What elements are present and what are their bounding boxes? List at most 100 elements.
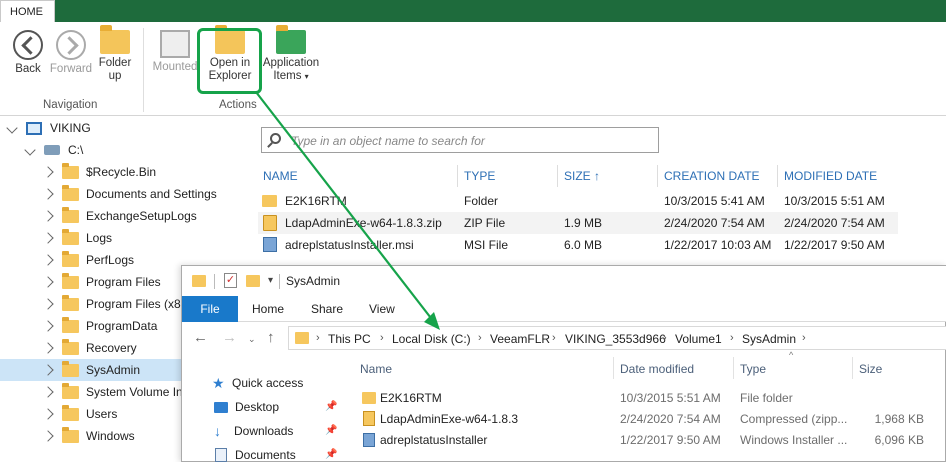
folder-icon	[62, 426, 79, 443]
tab-file[interactable]: File	[182, 296, 238, 322]
folder-icon	[62, 294, 79, 311]
tree-folder-item[interactable]: Documents and Settings	[0, 183, 255, 205]
expand-icon[interactable]	[42, 188, 54, 200]
explorer-tabs: File Home Share View	[182, 296, 946, 322]
expand-icon[interactable]	[42, 254, 54, 266]
tab-share[interactable]: Share	[311, 302, 343, 316]
expand-icon[interactable]	[42, 232, 54, 244]
file-size: 6,096 KB	[874, 433, 924, 447]
object-search-input[interactable]: Type in an object name to search for	[261, 127, 659, 153]
folder-icon	[62, 206, 79, 223]
up-arrow-icon[interactable]: ↑	[267, 329, 275, 346]
row-name: E2K16RTM	[285, 194, 347, 208]
table-row[interactable]: LdapAdminExe-w64-1.8.3.zip ZIP File 1.9 …	[258, 212, 898, 234]
expand-icon[interactable]	[6, 122, 18, 134]
forward-arrow-icon[interactable]: →	[222, 329, 237, 346]
forward-label: Forward	[49, 63, 93, 75]
tree-folder-item[interactable]: Logs	[0, 227, 255, 249]
recent-locations-icon[interactable]: ⌄	[248, 334, 256, 345]
sort-ascending-icon: ↑	[594, 169, 601, 183]
expand-icon[interactable]	[42, 364, 54, 376]
back-arrow-icon[interactable]: ←	[193, 329, 208, 346]
forward-button[interactable]: Forward	[48, 30, 94, 76]
table-row[interactable]: adreplstatusInstaller.msi MSI File 6.0 M…	[258, 234, 898, 256]
tab-view[interactable]: View	[369, 302, 395, 316]
properties-icon[interactable]: ✓	[224, 273, 237, 288]
expand-icon[interactable]	[42, 166, 54, 178]
file-date: 2/24/2020 7:54 AM	[620, 412, 721, 426]
installer-icon	[363, 433, 375, 447]
tree-folder-label: Windows	[86, 429, 135, 443]
mounted-button[interactable]: Mounted	[152, 30, 198, 74]
customize-dropdown-icon[interactable]: ▾	[268, 275, 273, 286]
file-row[interactable]: E2K16RTM 10/3/2015 5:51 AM File folder	[182, 388, 946, 408]
chevron-right-icon: ›	[316, 332, 320, 344]
row-modified: 1/22/2017 9:50 AM	[784, 238, 885, 252]
column-size[interactable]: Size	[859, 362, 882, 376]
new-folder-icon[interactable]	[246, 275, 260, 287]
row-modified: 2/24/2020 7:54 AM	[784, 216, 885, 230]
column-type[interactable]: Type	[740, 362, 766, 376]
back-button[interactable]: Back	[10, 30, 46, 76]
column-date-modified[interactable]: Date modified	[620, 362, 694, 376]
column-type[interactable]: TYPE	[464, 169, 495, 183]
expand-icon[interactable]	[42, 298, 54, 310]
folder-icon	[192, 275, 206, 287]
home-tab[interactable]: HOME	[0, 0, 55, 24]
tree-folder-label: Program Files (x86)	[86, 297, 192, 311]
row-name: LdapAdminExe-w64-1.8.3.zip	[285, 216, 442, 230]
column-divider	[657, 165, 658, 187]
expand-icon[interactable]	[42, 276, 54, 288]
folder-icon	[62, 184, 79, 201]
tree-root-viking[interactable]: VIKING	[6, 117, 253, 139]
breadcrumb-item[interactable]: Local Disk (C:)	[392, 332, 471, 346]
column-name[interactable]: Name	[360, 362, 392, 376]
row-size: 6.0 MB	[564, 238, 603, 252]
breadcrumb-item[interactable]: VIKING_3553d966	[565, 332, 666, 346]
file-name: LdapAdminExe-w64-1.8.3	[380, 412, 519, 426]
address-bar[interactable]: › This PC › Local Disk (C:) › VeeamFLR ›…	[288, 326, 946, 350]
pin-icon[interactable]: 📌	[325, 449, 337, 460]
msi-file-icon	[263, 237, 277, 252]
folder-icon	[62, 316, 79, 333]
expand-icon[interactable]	[42, 320, 54, 332]
back-label: Back	[15, 63, 41, 75]
expand-icon[interactable]	[42, 386, 54, 398]
tree-folder-label: Users	[86, 407, 118, 421]
tab-home[interactable]: Home	[252, 302, 284, 316]
breadcrumb-item[interactable]: SysAdmin	[742, 332, 796, 346]
expand-icon[interactable]	[42, 408, 54, 420]
breadcrumb-item[interactable]: VeeamFLR	[490, 332, 550, 346]
column-divider	[852, 357, 853, 379]
folder-icon	[295, 332, 309, 344]
expand-icon[interactable]	[42, 210, 54, 222]
breadcrumb-item[interactable]: Volume1	[675, 332, 722, 346]
file-date: 10/3/2015 5:51 AM	[620, 391, 721, 405]
column-modified-date[interactable]: MODIFIED DATE	[784, 169, 877, 183]
table-row[interactable]: E2K16RTM Folder 10/3/2015 5:41 AM 10/3/2…	[258, 190, 898, 212]
expand-icon[interactable]	[24, 144, 36, 156]
folder-up-button[interactable]: Folder up	[97, 25, 133, 83]
column-size[interactable]: SIZE ↑	[564, 169, 600, 183]
tree-folder-item[interactable]: $Recycle.Bin	[0, 161, 255, 183]
breadcrumb-item[interactable]: This PC	[328, 332, 371, 346]
folder-up-icon	[100, 25, 130, 54]
row-creation: 10/3/2015 5:41 AM	[664, 194, 765, 208]
application-items-button[interactable]: Application Items ▾	[259, 25, 323, 83]
column-creation-date[interactable]: CREATION DATE	[664, 169, 760, 183]
tree-folder-item[interactable]: ExchangeSetupLogs	[0, 205, 255, 227]
tree-drive-c[interactable]: C:\	[24, 139, 253, 161]
toolbar-separator	[279, 274, 280, 289]
column-name[interactable]: NAME	[263, 169, 298, 183]
dropdown-caret-icon: ▾	[304, 72, 309, 81]
open-in-explorer-highlight	[197, 28, 262, 94]
mounted-label: Mounted	[152, 61, 198, 73]
zip-file-icon	[263, 215, 277, 231]
expand-icon[interactable]	[42, 342, 54, 354]
file-row[interactable]: adreplstatusInstaller 1/22/2017 9:50 AM …	[182, 430, 946, 450]
file-row[interactable]: LdapAdminExe-w64-1.8.3 2/24/2020 7:54 AM…	[182, 409, 946, 429]
file-type: File folder	[740, 391, 793, 405]
expand-icon[interactable]	[42, 430, 54, 442]
file-name: adreplstatusInstaller	[380, 433, 488, 447]
documents-icon	[215, 448, 227, 462]
